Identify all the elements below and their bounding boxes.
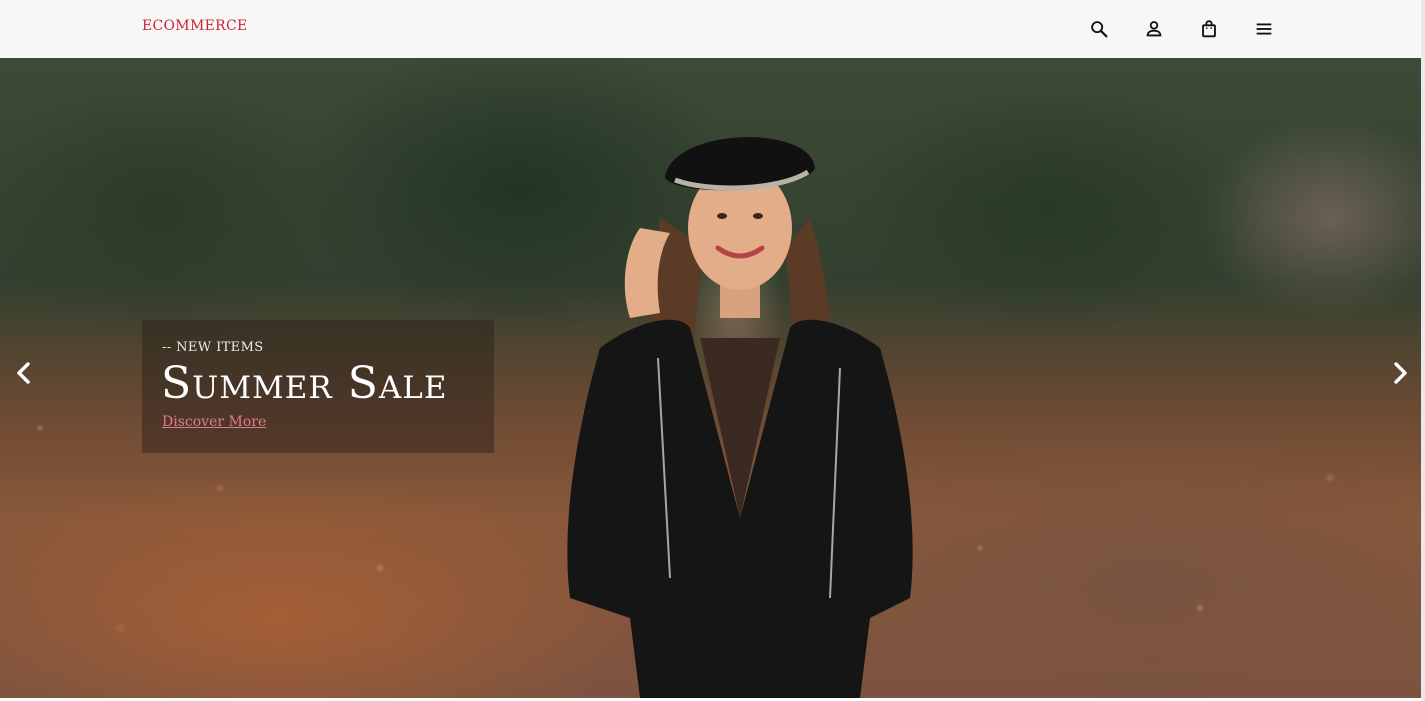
carousel-prev-arrow[interactable] [10, 358, 38, 388]
header-icon-bar [0, 18, 1425, 40]
search-icon[interactable] [1088, 18, 1110, 40]
promo-eyebrow: -- NEW ITEMS [162, 340, 264, 355]
model-photo [567, 137, 913, 698]
user-icon[interactable] [1143, 18, 1165, 40]
carousel-next-arrow[interactable] [1386, 358, 1414, 388]
site-header: ECOMMERCE [0, 0, 1425, 58]
shopping-bag-icon[interactable] [1198, 18, 1220, 40]
page-scrollbar[interactable] [1421, 0, 1425, 701]
discover-more-link[interactable]: Discover More [162, 414, 266, 430]
menu-icon[interactable] [1253, 18, 1275, 40]
promo-box: -- NEW ITEMS Summer Sale Discover More [142, 320, 494, 453]
hero-banner: -- NEW ITEMS Summer Sale Discover More [0, 58, 1425, 698]
promo-title: Summer Sale [161, 358, 448, 409]
